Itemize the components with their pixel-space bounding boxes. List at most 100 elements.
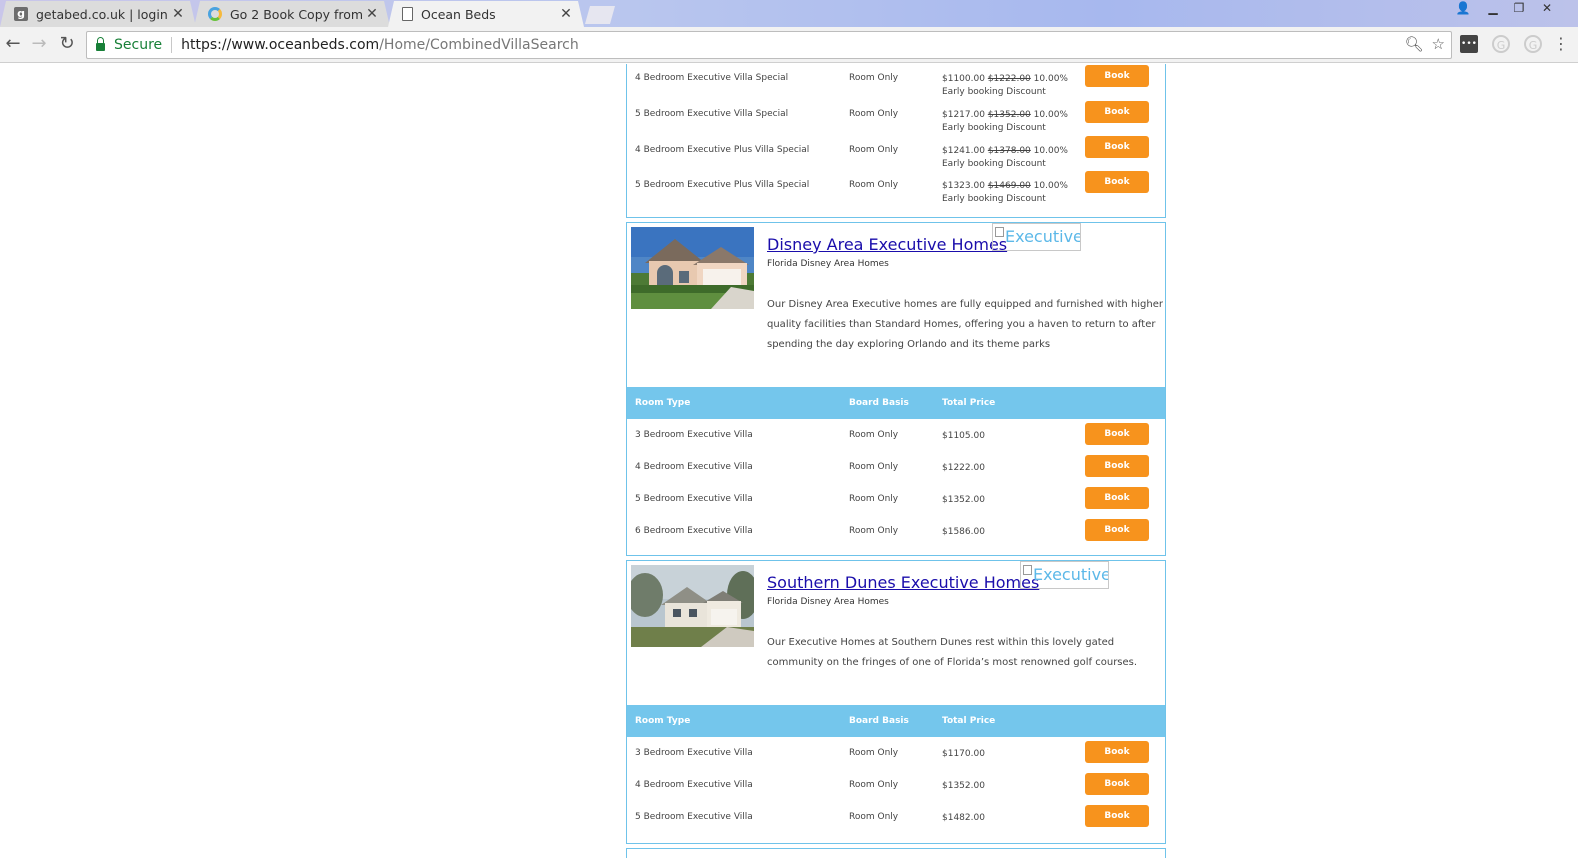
villa-card-disney-area: Disney Area Executive Homes Executive Fl…	[626, 222, 1166, 556]
extension-g-icon[interactable]: G	[1492, 35, 1510, 53]
lock-icon	[96, 37, 105, 51]
total-price: $1217.00 $1352.00 10.00% Early booking D…	[942, 110, 1068, 133]
address-bar[interactable]: Secure https://www.oceanbeds.com/Home/Co…	[86, 31, 1452, 59]
secure-label: Secure	[114, 37, 163, 53]
room-type: 4 Bedroom Executive Villa Special	[635, 73, 789, 83]
book-button[interactable]: Book	[1085, 101, 1149, 123]
room-type: 5 Bedroom Executive Villa Special	[635, 109, 789, 119]
total-price: $1352.00	[942, 495, 985, 505]
header-room-type: Room Type	[635, 716, 691, 726]
board-basis: Room Only	[849, 180, 899, 190]
villa-area: Florida Disney Area Homes	[767, 259, 889, 269]
tab-strip: g getabed.co.uk | login ✕ Go 2 Book Copy…	[0, 0, 1578, 27]
board-basis: Room Only	[849, 430, 899, 440]
board-basis: Room Only	[849, 494, 899, 504]
extension-icon[interactable]: •••	[1460, 35, 1478, 53]
villa-card-previous: 4 Bedroom Executive Villa Special Room O…	[626, 64, 1166, 218]
board-basis: Room Only	[849, 109, 899, 119]
new-tab-button[interactable]	[585, 6, 615, 24]
room-type: 5 Bedroom Executive Villa	[635, 494, 753, 504]
browser-toolbar: ← → ↻ Secure https://www.oceanbeds.com/H…	[0, 27, 1578, 63]
book-button[interactable]: Book	[1085, 65, 1149, 87]
reload-icon[interactable]: ↻	[56, 33, 78, 55]
room-type: 5 Bedroom Executive Plus Villa Special	[635, 180, 810, 190]
room-type: 4 Bedroom Executive Villa	[635, 780, 753, 790]
book-button[interactable]: Book	[1085, 423, 1149, 445]
table-header: Room Type Board Basis Total Price	[627, 705, 1165, 737]
header-board-basis: Board Basis	[849, 716, 909, 726]
room-type: 4 Bedroom Executive Plus Villa Special	[635, 145, 810, 155]
villa-description: Our Executive Homes at Southern Dunes re…	[767, 637, 1138, 668]
loading-ring-icon	[208, 7, 222, 21]
villa-photo[interactable]	[631, 227, 754, 309]
back-icon[interactable]: ←	[2, 33, 24, 55]
total-price: $1241.00 $1378.00 10.00% Early booking D…	[942, 146, 1068, 169]
url-path: /Home/CombinedVillaSearch	[379, 37, 579, 53]
room-type: 3 Bedroom Executive Villa	[635, 430, 753, 440]
board-basis: Room Only	[849, 73, 899, 83]
tab-go2book[interactable]: Go 2 Book Copy from SP ✕	[194, 1, 390, 27]
tab-ocean-beds[interactable]: Ocean Beds ✕	[388, 1, 584, 27]
book-button[interactable]: Book	[1085, 519, 1149, 541]
header-room-type: Room Type	[635, 398, 691, 408]
getabed-favicon: g	[14, 7, 28, 21]
page-content: 4 Bedroom Executive Villa Special Room O…	[0, 64, 1578, 858]
restore-icon[interactable]: ❐	[1506, 0, 1532, 17]
board-basis: Room Only	[849, 145, 899, 155]
book-button[interactable]: Book	[1085, 455, 1149, 477]
board-basis: Room Only	[849, 748, 899, 758]
document-icon	[402, 7, 413, 21]
total-price: $1222.00	[942, 463, 985, 473]
villa-name-link[interactable]: Disney Area Executive Homes	[767, 235, 1007, 254]
book-button[interactable]: Book	[1085, 487, 1149, 509]
divider	[171, 37, 173, 53]
close-icon[interactable]: ✕	[170, 6, 186, 22]
total-price: $1352.00	[942, 781, 985, 791]
total-price: $1586.00	[942, 527, 985, 537]
executive-badge-image: Executive	[1020, 561, 1109, 589]
total-price: $1100.00 $1222.00 10.00% Early booking D…	[942, 74, 1068, 97]
board-basis: Room Only	[849, 780, 899, 790]
table-header: Room Type Board Basis Total Price	[627, 387, 1165, 419]
forward-icon[interactable]: →	[28, 33, 50, 55]
room-type: 6 Bedroom Executive Villa	[635, 526, 753, 536]
book-button[interactable]: Book	[1085, 805, 1149, 827]
profile-icon[interactable]: 👤	[1450, 0, 1476, 17]
header-total-price: Total Price	[942, 398, 996, 408]
board-basis: Room Only	[849, 462, 899, 472]
room-type: 5 Bedroom Executive Villa	[635, 812, 753, 822]
tab-getabed[interactable]: g getabed.co.uk | login ✕	[0, 1, 196, 27]
book-button[interactable]: Book	[1085, 741, 1149, 763]
executive-badge-image: Executive	[992, 223, 1081, 251]
minimize-icon[interactable]: ▁	[1480, 0, 1506, 17]
book-button[interactable]: Book	[1085, 171, 1149, 193]
book-button[interactable]: Book	[1085, 773, 1149, 795]
extension-g2-icon[interactable]: G	[1524, 35, 1542, 53]
url-host: https://www.oceanbeds.com	[181, 37, 380, 53]
window-close-icon[interactable]: ✕	[1534, 0, 1560, 17]
room-type: 4 Bedroom Executive Villa	[635, 462, 753, 472]
total-price: $1482.00	[942, 813, 985, 823]
tab-title: Go 2 Book Copy from SP	[230, 6, 364, 22]
board-basis: Room Only	[849, 812, 899, 822]
header-total-price: Total Price	[942, 716, 996, 726]
total-price: $1170.00	[942, 749, 985, 759]
zoom-icon[interactable]: 🔍︎	[1405, 35, 1424, 53]
room-type: 3 Bedroom Executive Villa	[635, 748, 753, 758]
villa-description: Our Disney Area Executive homes are full…	[767, 299, 1164, 350]
close-icon[interactable]: ✕	[558, 6, 574, 22]
bookmark-star-icon[interactable]: ☆	[1432, 35, 1445, 53]
villa-name-link[interactable]: Southern Dunes Executive Homes	[767, 573, 1039, 592]
villa-card-southern-dunes: Southern Dunes Executive Homes Executive…	[626, 560, 1166, 844]
board-basis: Room Only	[849, 526, 899, 536]
tab-title: getabed.co.uk | login	[36, 6, 168, 22]
close-icon[interactable]: ✕	[364, 6, 380, 22]
total-price: $1323.00 $1469.00 10.00% Early booking D…	[942, 181, 1068, 204]
villa-area: Florida Disney Area Homes	[767, 597, 889, 607]
villa-photo[interactable]	[631, 565, 754, 647]
total-price: $1105.00	[942, 431, 985, 441]
menu-icon[interactable]: ⋮	[1552, 35, 1570, 53]
header-board-basis: Board Basis	[849, 398, 909, 408]
tab-title: Ocean Beds	[421, 6, 496, 22]
book-button[interactable]: Book	[1085, 136, 1149, 158]
